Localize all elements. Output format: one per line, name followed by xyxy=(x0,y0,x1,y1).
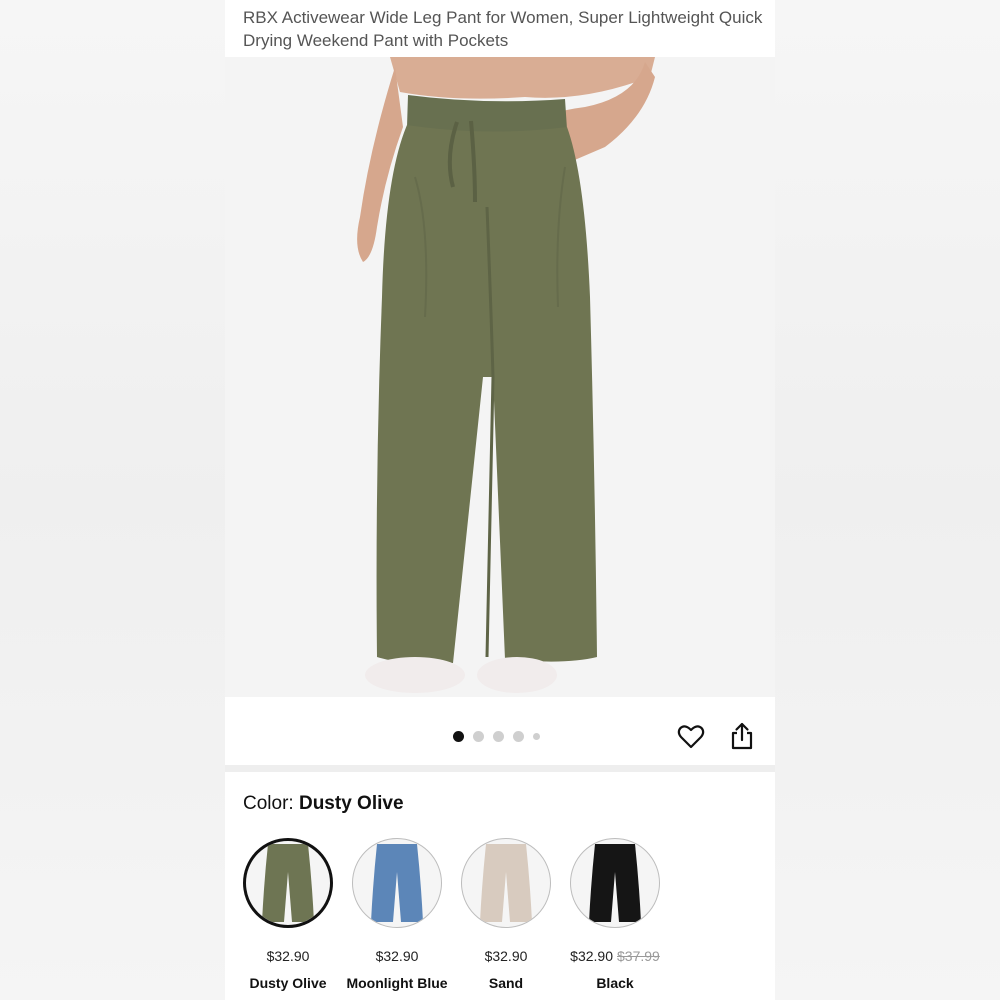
swatch-name: Dusty Olive xyxy=(249,975,327,991)
swatch-price: $32.90 xyxy=(266,948,310,964)
swatch-image[interactable] xyxy=(570,838,660,928)
swatch-image[interactable] xyxy=(352,838,442,928)
pants-thumbnail xyxy=(589,844,641,922)
pants-thumbnail xyxy=(371,844,423,922)
heart-icon xyxy=(677,725,705,749)
image-pagination[interactable] xyxy=(453,731,540,742)
swatch-name: Sand xyxy=(488,975,524,991)
section-divider xyxy=(225,765,775,772)
gallery-controls xyxy=(225,697,775,765)
background-right xyxy=(775,0,1000,1000)
pants-thumbnail xyxy=(262,844,314,922)
pagination-dot[interactable] xyxy=(493,731,504,742)
color-swatches: $32.90 Dusty Olive $32.90 Moonlight Blue xyxy=(243,838,660,991)
swatch-name: Black xyxy=(596,975,634,991)
pagination-dot[interactable] xyxy=(513,731,524,742)
swatch-price: $32.90 xyxy=(375,948,419,964)
swatch-list-price: $37.99 xyxy=(617,948,660,964)
color-label-prefix: Color: xyxy=(243,793,294,814)
background-left xyxy=(0,0,225,1000)
selected-color-name: Dusty Olive xyxy=(298,793,404,814)
share-button[interactable] xyxy=(730,722,754,750)
color-label: Color: Dusty Olive xyxy=(243,793,404,815)
pants-thumbnail xyxy=(480,844,532,922)
color-selector: Color: Dusty Olive $32.90 Dusty Olive $3… xyxy=(225,772,775,1000)
swatch-sand[interactable]: $32.90 Sand xyxy=(461,838,551,991)
swatch-price: $32.90 xyxy=(570,948,613,964)
swatch-price: $32.90 xyxy=(484,948,528,964)
product-title: RBX Activewear Wide Leg Pant for Women, … xyxy=(243,8,763,50)
swatch-black[interactable]: $32.90 $37.99 Black xyxy=(570,838,660,991)
pagination-dot[interactable] xyxy=(473,731,484,742)
swatch-moonlight-blue[interactable]: $32.90 Moonlight Blue xyxy=(346,838,448,991)
pagination-dot[interactable] xyxy=(533,733,540,740)
product-main-image[interactable] xyxy=(225,57,775,697)
share-icon xyxy=(731,722,753,750)
swatch-dusty-olive[interactable]: $32.90 Dusty Olive xyxy=(243,838,333,991)
swatch-image[interactable] xyxy=(243,838,333,928)
pagination-dot[interactable] xyxy=(453,731,464,742)
product-page: RBX Activewear Wide Leg Pant for Women, … xyxy=(225,0,775,1000)
swatch-image[interactable] xyxy=(461,838,551,928)
swatch-name: Moonlight Blue xyxy=(346,975,448,991)
favorite-button[interactable] xyxy=(677,724,705,750)
model-wearing-pants-image xyxy=(357,57,655,693)
